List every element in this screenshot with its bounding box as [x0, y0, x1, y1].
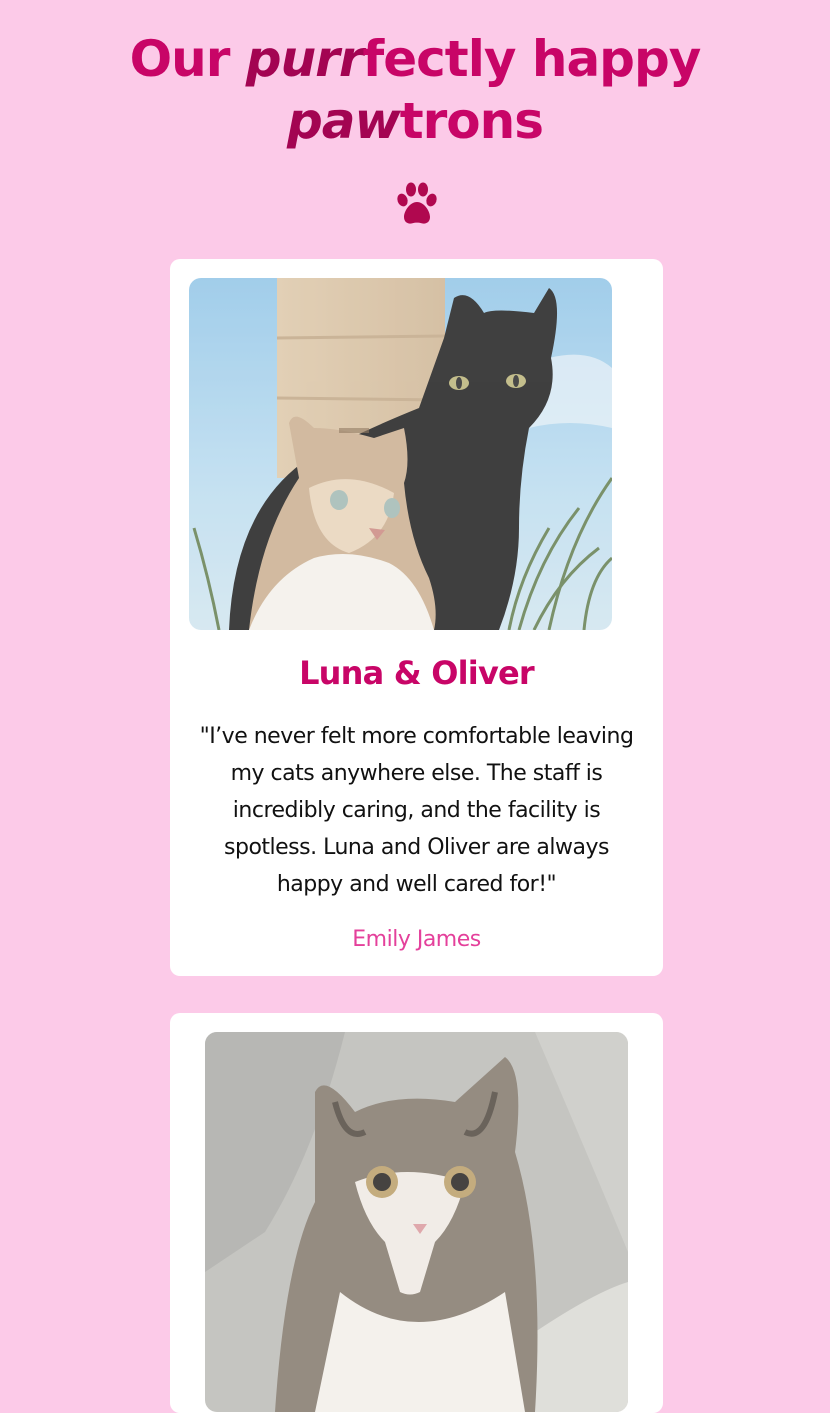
cat-photo — [205, 1032, 628, 1412]
testimonial-card: Luna & Oliver "I’ve never felt more comf… — [170, 259, 663, 976]
kitten-image — [205, 1032, 628, 1412]
testimonial-author: Emily James — [352, 927, 481, 952]
cat-photo — [189, 278, 612, 630]
cat-names: Luna & Oliver — [299, 654, 535, 692]
testimonial-quote: "I’ve never felt more comfortable leavin… — [199, 724, 634, 897]
cats-image — [189, 278, 612, 630]
testimonial-card — [170, 1013, 663, 1413]
page-title: Our purrfectly happy pawtrons — [129, 30, 702, 150]
paw-icon — [397, 182, 437, 224]
